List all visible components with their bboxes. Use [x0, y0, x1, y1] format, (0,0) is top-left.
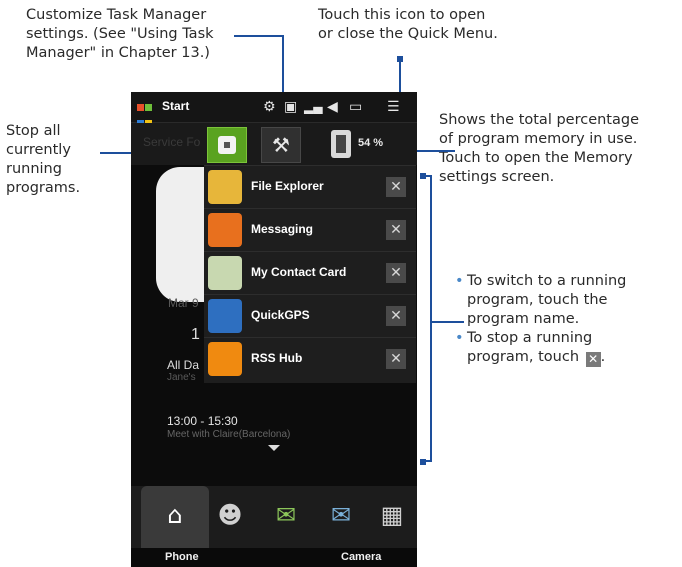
stop-icon	[218, 136, 236, 154]
rss-icon	[208, 342, 242, 376]
appointment-time: 13:00 - 15:30	[167, 414, 238, 428]
background-jane: Jane's	[167, 372, 196, 383]
close-icon: ✕	[585, 352, 601, 367]
callout-quick-menu-dot	[397, 56, 403, 62]
task-label[interactable]: File Explorer	[251, 179, 324, 193]
phone-softkey[interactable]: Phone	[165, 551, 199, 563]
running-programs-list: File Explorer ✕ Messaging ✕ My Contact C…	[204, 165, 416, 383]
calendar-icon[interactable]: ▦	[377, 500, 407, 530]
bracket-top	[420, 175, 432, 177]
bracket-connector	[430, 321, 464, 323]
contacts-icon[interactable]: ☻	[215, 500, 245, 530]
mail-icon[interactable]: ✉	[326, 500, 356, 530]
message-bubble-icon	[208, 213, 242, 247]
close-task-button[interactable]: ✕	[386, 263, 406, 283]
task-item[interactable]: QuickGPS ✕	[204, 294, 416, 338]
task-label[interactable]: My Contact Card	[251, 265, 346, 279]
contact-card-icon	[208, 256, 242, 290]
background-call-graphic	[156, 167, 206, 302]
softkey-bar: Phone Camera	[131, 548, 417, 567]
signal-icon: ▂▄	[304, 100, 323, 114]
background-date: Mar 9	[168, 296, 199, 310]
home-icon[interactable]: ⌂	[160, 500, 190, 530]
folder-icon	[208, 170, 242, 204]
quick-menu-icon[interactable]: ☰	[387, 98, 400, 116]
quick-menu-note: Touch this icon to open or close the Qui…	[318, 7, 498, 42]
instruction-switch: To switch to a running program, touch th…	[455, 272, 680, 329]
task-manager-settings-button[interactable]: ⚒	[261, 127, 301, 163]
appointment-description: Meet with Claire(Barcelona)	[167, 429, 291, 440]
task-manager-tabs: Service Fo ⚒ 54 %	[131, 123, 417, 165]
stop-all-button[interactable]	[207, 127, 247, 163]
status-bar: Start ⚙ ▣ ▂▄ ◀ ▭ ☰	[131, 92, 417, 127]
connectivity-icon: ▣	[284, 99, 298, 115]
volume-icon: ◀	[327, 99, 338, 115]
memory-chip-icon[interactable]	[331, 130, 351, 158]
stop-all-note: Stop all currently running programs.	[6, 123, 81, 196]
start-menu-label[interactable]: Start	[162, 99, 189, 113]
windows-flag-icon[interactable]	[137, 99, 153, 127]
battery-icon: ▭	[349, 99, 363, 115]
task-label[interactable]: Messaging	[251, 222, 313, 236]
task-label[interactable]: RSS Hub	[251, 351, 302, 365]
home-dock: ⌂ ☻ ✉ ✉ ▦	[131, 486, 417, 548]
close-task-button[interactable]: ✕	[386, 349, 406, 369]
task-item[interactable]: File Explorer ✕	[204, 165, 416, 209]
expand-arrow-icon[interactable]	[268, 445, 280, 451]
messages-icon[interactable]: ✉	[271, 500, 301, 530]
memory-percentage[interactable]: 54 %	[358, 137, 383, 149]
task-item[interactable]: My Contact Card ✕	[204, 251, 416, 295]
background-call-count: 1	[191, 326, 200, 343]
bracket-bottom	[420, 460, 432, 462]
background-allday: All Da	[167, 358, 200, 372]
task-item[interactable]: RSS Hub ✕	[204, 337, 416, 381]
tab-background-label: Service Fo	[143, 135, 201, 149]
close-task-button[interactable]: ✕	[386, 220, 406, 240]
task-manager-icon[interactable]: ⚙	[263, 98, 276, 116]
camera-softkey[interactable]: Camera	[341, 551, 381, 563]
instruction-stop: To stop a running program, touch ✕.	[455, 329, 680, 367]
close-task-button[interactable]: ✕	[386, 306, 406, 326]
gps-satellite-icon	[208, 299, 242, 333]
memory-note: Shows the total percentage of program me…	[439, 112, 640, 185]
wrench-icon: ⚒	[272, 133, 290, 157]
task-item[interactable]: Messaging ✕	[204, 208, 416, 252]
customize-note: Customize Task Manager settings. (See "U…	[26, 7, 214, 61]
close-task-button[interactable]: ✕	[386, 177, 406, 197]
phone-screen: Start ⚙ ▣ ▂▄ ◀ ▭ ☰ Service Fo ⚒ 54 % Mar…	[131, 92, 417, 567]
callout-customize	[234, 35, 284, 37]
task-instructions: To switch to a running program, touch th…	[455, 272, 680, 367]
bracket-vertical	[430, 175, 432, 462]
task-label[interactable]: QuickGPS	[251, 308, 310, 322]
